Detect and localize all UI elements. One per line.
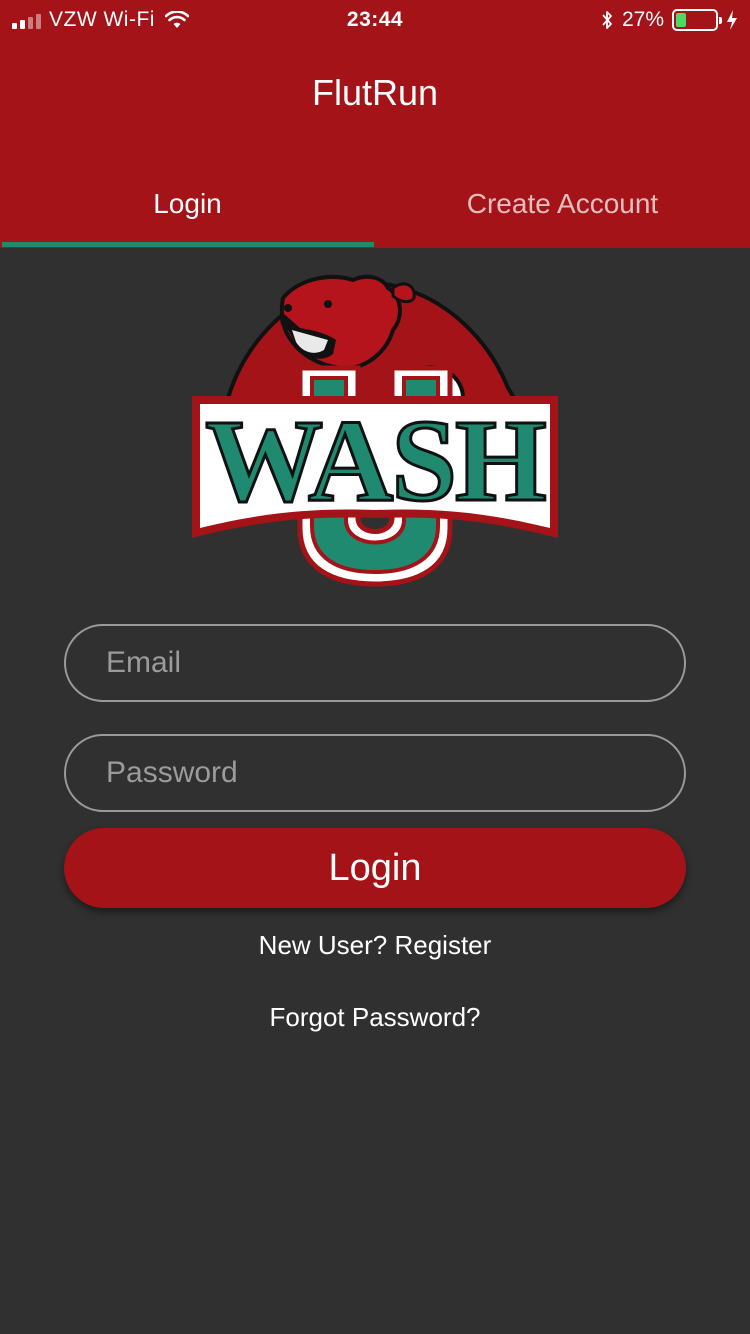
logo-wordmark: WASH xyxy=(205,395,545,526)
tab-create-account-label: Create Account xyxy=(466,188,659,219)
email-field[interactable] xyxy=(64,624,686,702)
status-right: 27% xyxy=(600,8,738,32)
tab-login-label: Login xyxy=(153,188,222,219)
tab-indicator xyxy=(2,242,374,247)
login-button[interactable]: Login xyxy=(64,828,686,908)
status-bar: VZW Wi-Fi 23:44 27% xyxy=(0,0,750,40)
battery-fill xyxy=(676,13,686,27)
forgot-password-link[interactable]: Forgot Password? xyxy=(0,1002,750,1033)
register-link[interactable]: New User? Register xyxy=(0,930,750,961)
app-title: FlutRun xyxy=(311,72,439,113)
tab-login[interactable]: Login xyxy=(0,160,375,248)
bear-mascot-logo: WASH xyxy=(192,274,558,587)
app-bar: VZW Wi-Fi 23:44 27% FlutRun Login Create… xyxy=(0,0,750,248)
battery-percent: 27% xyxy=(621,8,664,31)
bluetooth-icon xyxy=(602,11,612,29)
tab-create-account[interactable]: Create Account xyxy=(375,160,750,248)
charging-bolt-icon xyxy=(727,10,737,30)
battery-icon xyxy=(672,9,722,31)
password-field[interactable] xyxy=(64,734,686,812)
tab-bar: Login Create Account xyxy=(0,160,750,248)
